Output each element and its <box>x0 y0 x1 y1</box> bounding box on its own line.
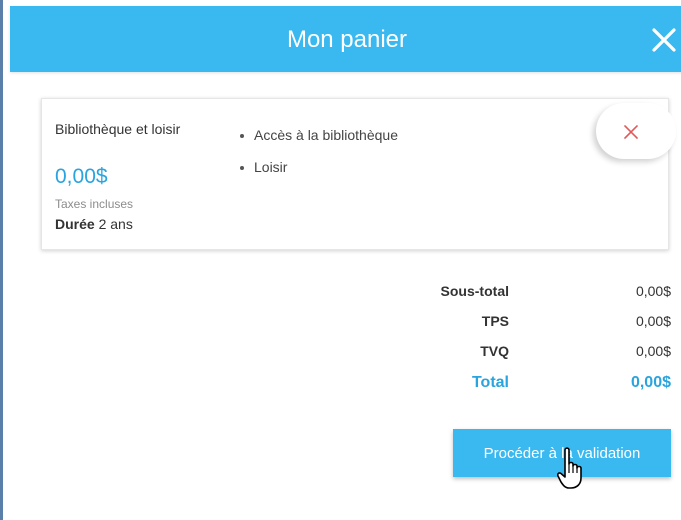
product-name: Bibliothèque et loisir <box>55 121 181 137</box>
tvq-value: 0,00$ <box>635 343 671 359</box>
subtotal-label: Sous-total <box>440 283 509 299</box>
feature-item: Accès à la bibliothèque <box>238 127 398 159</box>
close-button[interactable] <box>648 24 680 56</box>
tvq-label: TVQ <box>480 343 509 359</box>
subtotal-value: 0,00$ <box>635 283 671 299</box>
close-icon <box>624 125 638 139</box>
cart-item-card: Bibliothèque et loisir 0,00$ Taxes inclu… <box>41 98 676 250</box>
feature-item: Loisir <box>238 159 398 191</box>
cart-header: Mon panier <box>10 6 681 72</box>
tps-value: 0,00$ <box>635 313 671 329</box>
duration-label: Durée <box>55 216 95 232</box>
total-label: Total <box>471 374 509 391</box>
duration-value: 2 ans <box>98 216 133 232</box>
taxes-note: Taxes incluses <box>55 197 134 211</box>
proceed-to-checkout-button[interactable]: Procéder à la validation <box>453 429 671 477</box>
cart-panel: Mon panier Bibliothèque et loisir 0,00$ … <box>0 0 681 520</box>
feature-list: Accès à la bibliothèque Loisir <box>238 127 398 191</box>
remove-item-button[interactable] <box>596 103 676 159</box>
duration-line: Durée 2 ans <box>55 216 133 232</box>
total-value: 0,00$ <box>630 374 671 391</box>
close-icon <box>652 28 676 52</box>
product-price: 0,00$ <box>55 165 108 188</box>
page-title: Mon panier <box>286 26 408 53</box>
tps-label: TPS <box>481 313 509 329</box>
